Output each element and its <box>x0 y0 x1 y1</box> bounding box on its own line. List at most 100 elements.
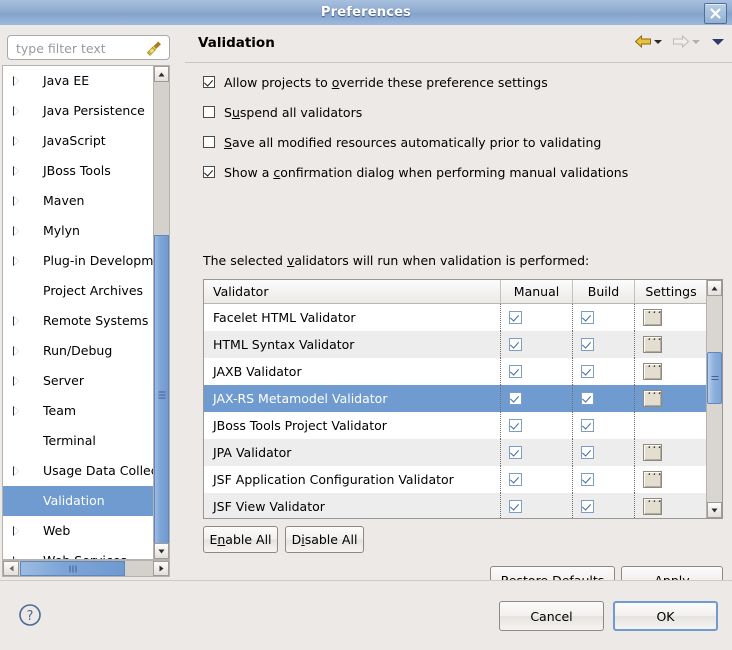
column-header-validator[interactable]: Validator <box>213 280 500 303</box>
sidebar-item-javascript[interactable]: JavaScript <box>3 126 153 156</box>
expand-arrow-icon[interactable] <box>13 376 19 386</box>
checkbox-suspend-validators[interactable]: Suspend all validators <box>203 102 362 122</box>
manual-checkbox[interactable] <box>509 365 522 378</box>
expand-arrow-icon[interactable] <box>13 316 19 326</box>
manual-checkbox[interactable] <box>509 338 522 351</box>
cancel-button[interactable]: Cancel <box>499 601 604 631</box>
column-header-manual[interactable]: Manual <box>500 280 572 303</box>
tree-vertical-scrollbar[interactable] <box>153 66 169 559</box>
scroll-up-icon[interactable] <box>707 280 722 296</box>
build-checkbox[interactable] <box>581 446 594 459</box>
expand-arrow-icon[interactable] <box>13 466 19 476</box>
table-scrollbar-thumb[interactable] <box>707 352 722 404</box>
table-row[interactable]: JSF View Validator <box>204 493 707 519</box>
expand-arrow-icon[interactable] <box>13 136 19 146</box>
sidebar-item-mylyn[interactable]: Mylyn <box>3 216 153 246</box>
sidebar-item-plug-in-developme[interactable]: Plug-in Developme <box>3 246 153 276</box>
checkbox-show-confirmation-dialog[interactable]: Show a confirmation dialog when performi… <box>203 162 628 182</box>
expand-arrow-icon[interactable] <box>13 226 19 236</box>
build-checkbox[interactable] <box>581 500 594 513</box>
scroll-right-icon[interactable] <box>153 561 169 576</box>
manual-checkbox[interactable] <box>509 446 522 459</box>
checkbox-box[interactable] <box>203 76 215 88</box>
help-question-icon[interactable]: ? <box>18 603 42 627</box>
settings-button[interactable] <box>643 309 662 326</box>
enable-all-button[interactable]: Enable All <box>203 526 278 553</box>
manual-checkbox[interactable] <box>509 473 522 486</box>
preferences-tree[interactable]: Java EEJava PersistenceJavaScriptJBoss T… <box>2 65 170 560</box>
table-row[interactable]: JBoss Tools Project Validator <box>204 412 707 439</box>
build-checkbox[interactable] <box>581 311 594 324</box>
table-row[interactable]: Facelet HTML Validator <box>204 304 707 331</box>
sidebar-item-validation[interactable]: Validation <box>3 486 153 516</box>
checkbox-box[interactable] <box>203 136 215 148</box>
table-vertical-scrollbar[interactable] <box>706 280 722 518</box>
broom-icon[interactable] <box>146 40 163 57</box>
column-header-settings[interactable]: Settings <box>634 280 707 303</box>
back-dropdown-chevron-icon[interactable] <box>654 40 662 44</box>
build-checkbox[interactable] <box>581 365 594 378</box>
view-menu-chevron-icon[interactable] <box>712 39 724 45</box>
expand-arrow-icon[interactable] <box>13 526 19 536</box>
build-checkbox[interactable] <box>581 473 594 486</box>
settings-button[interactable] <box>643 498 662 515</box>
sidebar-item-server[interactable]: Server <box>3 366 153 396</box>
settings-button[interactable] <box>643 336 662 353</box>
expand-arrow-icon[interactable] <box>13 166 19 176</box>
table-row[interactable]: JAXB Validator <box>204 358 707 385</box>
column-header-build[interactable]: Build <box>572 280 634 303</box>
scroll-up-icon[interactable] <box>154 66 169 82</box>
expand-arrow-icon[interactable] <box>13 76 19 86</box>
search-input[interactable]: type filter text <box>7 35 170 60</box>
disable-all-button[interactable]: Disable All <box>285 526 364 553</box>
sidebar-item-usage-data-collect[interactable]: Usage Data Collect <box>3 456 153 486</box>
checkbox-save-modified-resources[interactable]: Save all modified resources automaticall… <box>203 132 601 152</box>
checkbox-allow-override[interactable]: Allow projects to override these prefere… <box>203 72 548 92</box>
manual-checkbox[interactable] <box>509 392 522 405</box>
validators-table[interactable]: Validator Manual Build Settings Facelet … <box>203 279 723 519</box>
back-arrow-icon[interactable] <box>634 34 652 49</box>
expand-arrow-icon[interactable] <box>13 196 19 206</box>
tree-scrollbar-thumb[interactable] <box>154 235 169 555</box>
build-checkbox[interactable] <box>581 419 594 432</box>
manual-checkbox[interactable] <box>509 311 522 324</box>
sidebar-item-run-debug[interactable]: Run/Debug <box>3 336 153 366</box>
expand-arrow-icon[interactable] <box>13 406 19 416</box>
build-checkbox[interactable] <box>581 392 594 405</box>
settings-button[interactable] <box>643 471 662 488</box>
back-button-group[interactable] <box>634 34 662 49</box>
hscrollbar-thumb[interactable] <box>20 561 125 576</box>
table-row[interactable]: HTML Syntax Validator <box>204 331 707 358</box>
sidebar-item-java-persistence[interactable]: Java Persistence <box>3 96 153 126</box>
table-row[interactable]: JSF Application Configuration Validator <box>204 466 707 493</box>
expand-arrow-icon[interactable] <box>13 346 19 356</box>
scroll-left-icon[interactable] <box>3 561 19 576</box>
tree-horizontal-scrollbar[interactable] <box>2 560 170 577</box>
table-row[interactable]: JAX-RS Metamodel Validator <box>204 385 707 412</box>
table-row[interactable]: JPA Validator <box>204 439 707 466</box>
sidebar-item-web-services[interactable]: Web Services <box>3 546 153 560</box>
sidebar-item-team[interactable]: Team <box>3 396 153 426</box>
manual-checkbox[interactable] <box>509 500 522 513</box>
scroll-down-icon[interactable] <box>707 502 722 518</box>
sidebar-item-java-ee[interactable]: Java EE <box>3 66 153 96</box>
settings-button[interactable] <box>643 390 662 407</box>
settings-button[interactable] <box>643 444 662 461</box>
build-checkbox[interactable] <box>581 338 594 351</box>
expand-arrow-icon[interactable] <box>13 256 19 266</box>
sidebar-item-remote-systems[interactable]: Remote Systems <box>3 306 153 336</box>
scroll-down-icon[interactable] <box>154 543 169 559</box>
sidebar-item-project-archives[interactable]: Project Archives <box>3 276 153 306</box>
sidebar-item-jboss-tools[interactable]: JBoss Tools <box>3 156 153 186</box>
checkbox-box[interactable] <box>203 166 215 178</box>
settings-button[interactable] <box>643 363 662 380</box>
ok-button[interactable]: OK <box>613 601 718 631</box>
checkbox-box[interactable] <box>203 106 215 118</box>
sidebar-item-terminal[interactable]: Terminal <box>3 426 153 456</box>
sidebar-item-web[interactable]: Web <box>3 516 153 546</box>
sidebar-item-maven[interactable]: Maven <box>3 186 153 216</box>
expand-arrow-icon[interactable] <box>13 106 19 116</box>
close-icon[interactable] <box>704 3 727 24</box>
sidebar-item-label: JavaScript <box>43 126 106 156</box>
manual-checkbox[interactable] <box>509 419 522 432</box>
